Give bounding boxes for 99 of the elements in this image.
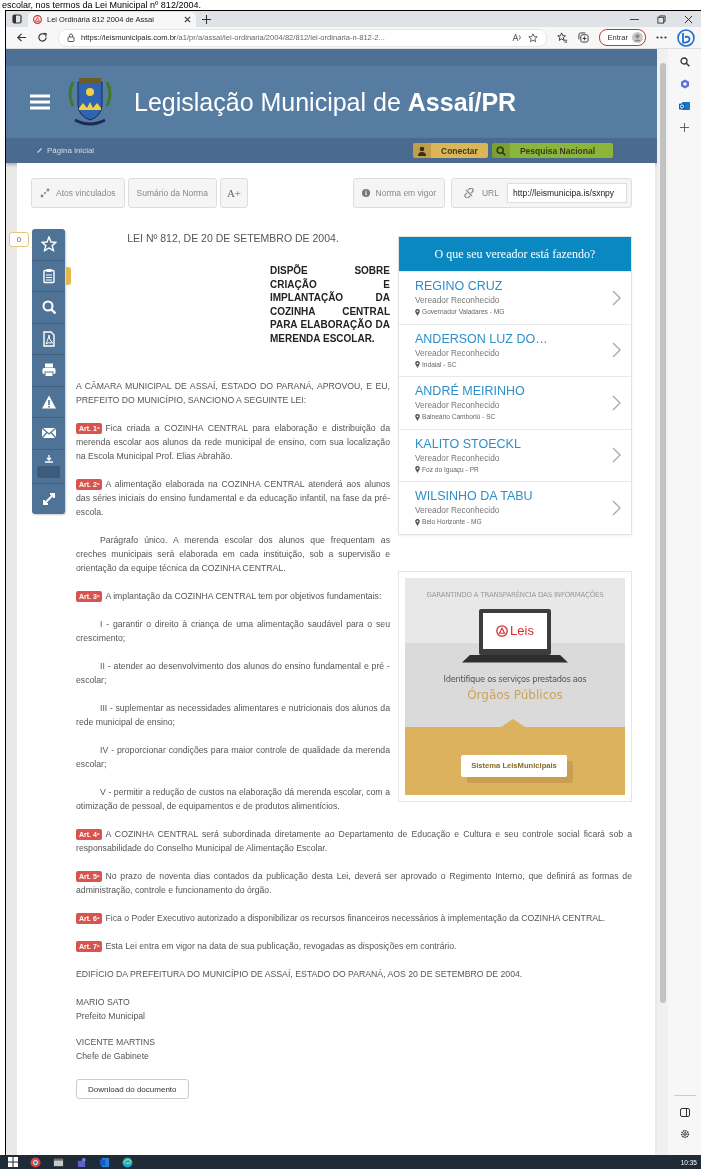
signer-name: MARIO SATO xyxy=(76,996,131,1009)
logo-icon xyxy=(496,624,509,637)
law-paragraph: IV - proporcionar condições para maior controle de qualidade da merenda escolar; xyxy=(76,744,390,771)
pin-icon xyxy=(415,308,420,316)
browser-app-icon[interactable] xyxy=(30,1156,41,1168)
download-button[interactable]: Download do documento xyxy=(76,1079,189,1099)
favorites-count: 0 xyxy=(9,232,29,247)
councillor-name[interactable]: ANDERSON LUZ DO… xyxy=(415,330,612,347)
law-paragraph: II - atender ao desenvolvimento dos alunos do ensino fundamental e pré - escolar; xyxy=(76,660,390,687)
law-paragraph: A CÂMARA MUNICIPAL DE ASSAÍ, ESTADO DO PARANÁ, APROVOU, E EU, PREFEITO DO MUNICÍPIO, SANCIONO A SEGUINTE LEI: xyxy=(76,380,390,407)
pin-icon xyxy=(415,413,420,421)
law-paragraph: III - suplementar as necessidades alimentares e nutricionais dos alunos da rede municipal de ensino; xyxy=(76,702,390,729)
status-button[interactable]: Norma em vigor xyxy=(352,178,445,208)
pin-icon xyxy=(415,361,420,369)
close-icon[interactable] xyxy=(684,14,693,24)
law-paragraph: Parágrafo único. A merenda escolar dos alunos que frequentam as creches municipais será elaborada em cada instituição, sob a supervisão e orientação da equipe técnica da COZINHA CENTRAL. xyxy=(76,534,390,575)
site-title: Legislação Municipal de Assaí/PR xyxy=(134,87,517,117)
download-slot xyxy=(37,465,60,478)
councillor-name[interactable]: REGINO CRUZ xyxy=(415,278,612,295)
summary-button[interactable]: Sumário da Norma xyxy=(127,178,217,208)
councillor-role: Vereador Reconhecido xyxy=(415,294,501,308)
site-favicon xyxy=(33,15,42,24)
star-icon[interactable] xyxy=(40,236,57,253)
linked-acts-button[interactable]: Atos vinculados xyxy=(31,178,125,208)
signer-role: Prefeito Municipal xyxy=(76,1010,147,1023)
panel-handle[interactable] xyxy=(66,266,71,285)
add-icon[interactable] xyxy=(680,123,689,132)
pdf-icon[interactable] xyxy=(40,330,57,347)
banner-text: Identifique os serviços prestados aos xyxy=(443,672,587,686)
search-icon xyxy=(495,145,506,156)
law-paragraph: V - permitir a redução de custos na elaboração dá merenda escolar, com a otimização de pessoal, de equipamentos e de produtos alimentícios. xyxy=(76,786,390,813)
favorites-icon[interactable] xyxy=(556,32,568,43)
search-icon[interactable] xyxy=(679,57,690,67)
search-button[interactable]: Pesquisa Nacional xyxy=(491,143,613,158)
chevron-right-icon xyxy=(612,394,621,411)
settings-icon[interactable] xyxy=(679,1129,690,1139)
councillor-role: Vereador Reconhecido xyxy=(415,399,501,413)
star-plus-icon[interactable] xyxy=(527,32,538,43)
chevron-right-icon xyxy=(612,342,621,359)
font-size-button[interactable]: A+ xyxy=(219,178,249,208)
new-tab-icon[interactable] xyxy=(202,14,211,24)
law-title: LEI Nº 812, DE 20 DE SETEMBRO DE 2004. xyxy=(126,231,340,245)
councillor-name[interactable]: KALITO STOECKL xyxy=(415,435,612,452)
download-icon[interactable] xyxy=(44,454,53,463)
edge-app-icon[interactable] xyxy=(122,1156,133,1168)
warning-icon[interactable] xyxy=(40,393,57,410)
nodes-icon xyxy=(40,188,50,198)
signer-name: VICENTE MARTINS xyxy=(76,1036,156,1049)
short-url-field[interactable]: http://leismunicipa.is/sxnpy xyxy=(507,183,627,203)
copilot-icon[interactable] xyxy=(677,28,695,47)
hexagon-app-icon[interactable] xyxy=(679,79,690,89)
home-link[interactable]: Página inicial xyxy=(36,146,95,155)
info-icon xyxy=(361,189,370,197)
lock-icon xyxy=(67,33,75,42)
clipboard-icon[interactable] xyxy=(40,267,57,284)
pin-icon xyxy=(415,518,420,526)
law-paragraph: I - garantir o direito à criança de uma alimentação saudável para o seu crescimento; xyxy=(76,618,390,645)
card-header: O que seu vereador está fazendo? xyxy=(399,237,631,271)
close-icon[interactable] xyxy=(184,16,191,23)
signer-role: Chefe de Gabinete xyxy=(76,1050,150,1063)
banner-notch xyxy=(501,718,525,727)
pencil-icon xyxy=(36,147,43,154)
pin-icon xyxy=(415,466,420,474)
chevron-right-icon xyxy=(612,499,621,516)
councillor-role: Vereador Reconhecido xyxy=(415,346,501,360)
scrollbar[interactable] xyxy=(657,49,668,1155)
law-summary: DISPÕE SOBRE CRIAÇÃO E IMPLANTAÇÃO DA COZINHA CENTRAL PARA ELABORAÇÃO DA MERENDA ESCOLAR. xyxy=(270,264,390,345)
banner-highlight: Órgãos Públicos xyxy=(467,687,563,702)
user-icon xyxy=(417,145,428,156)
law-paragraph: EDIFÍCIO DA PREFEITURA DO MUNICÍPIO DE ASSAÍ, ESTADO DO PARANÁ, AOS 20 DE SETEMBRO DE 2004. xyxy=(76,968,524,981)
sidebar-panel-icon[interactable] xyxy=(679,1108,690,1117)
menu-icon[interactable] xyxy=(30,94,50,110)
more-icon[interactable] xyxy=(656,36,667,39)
councillor-role: Vereador Reconhecido xyxy=(415,451,501,465)
scrollbar-thumb[interactable] xyxy=(659,63,666,1003)
read-aloud-icon[interactable] xyxy=(511,33,522,42)
login-button[interactable]: Conectar xyxy=(413,143,488,158)
caption-text: escolar, nos termos da Lei Municipal nº 812/2004. xyxy=(2,0,201,10)
chevron-right-icon xyxy=(612,289,621,306)
back-icon[interactable] xyxy=(16,32,27,43)
collections-icon[interactable] xyxy=(577,32,589,43)
avatar-icon xyxy=(632,32,643,43)
app-window-icon[interactable] xyxy=(53,1156,64,1168)
councillor-name[interactable]: ANDRÉ MEIRINHO xyxy=(415,383,612,400)
tab-list-icon[interactable] xyxy=(12,14,22,24)
reload-icon[interactable] xyxy=(37,32,48,43)
document-app-icon[interactable] xyxy=(99,1156,110,1168)
mail-app-icon[interactable] xyxy=(679,101,690,111)
councillor-role: Vereador Reconhecido xyxy=(415,504,501,518)
logo-text: Leis xyxy=(510,623,534,638)
councillor-name[interactable]: WILSINHO DA TABU xyxy=(415,488,612,505)
unlink-icon xyxy=(464,188,474,198)
windows-icon[interactable] xyxy=(8,1157,18,1167)
chevron-right-icon xyxy=(612,447,621,464)
print-icon[interactable] xyxy=(40,362,57,379)
url-label: URL xyxy=(482,188,499,198)
expand-icon[interactable] xyxy=(40,490,57,507)
people-app-icon[interactable] xyxy=(76,1156,87,1168)
restore-icon[interactable] xyxy=(657,14,666,24)
